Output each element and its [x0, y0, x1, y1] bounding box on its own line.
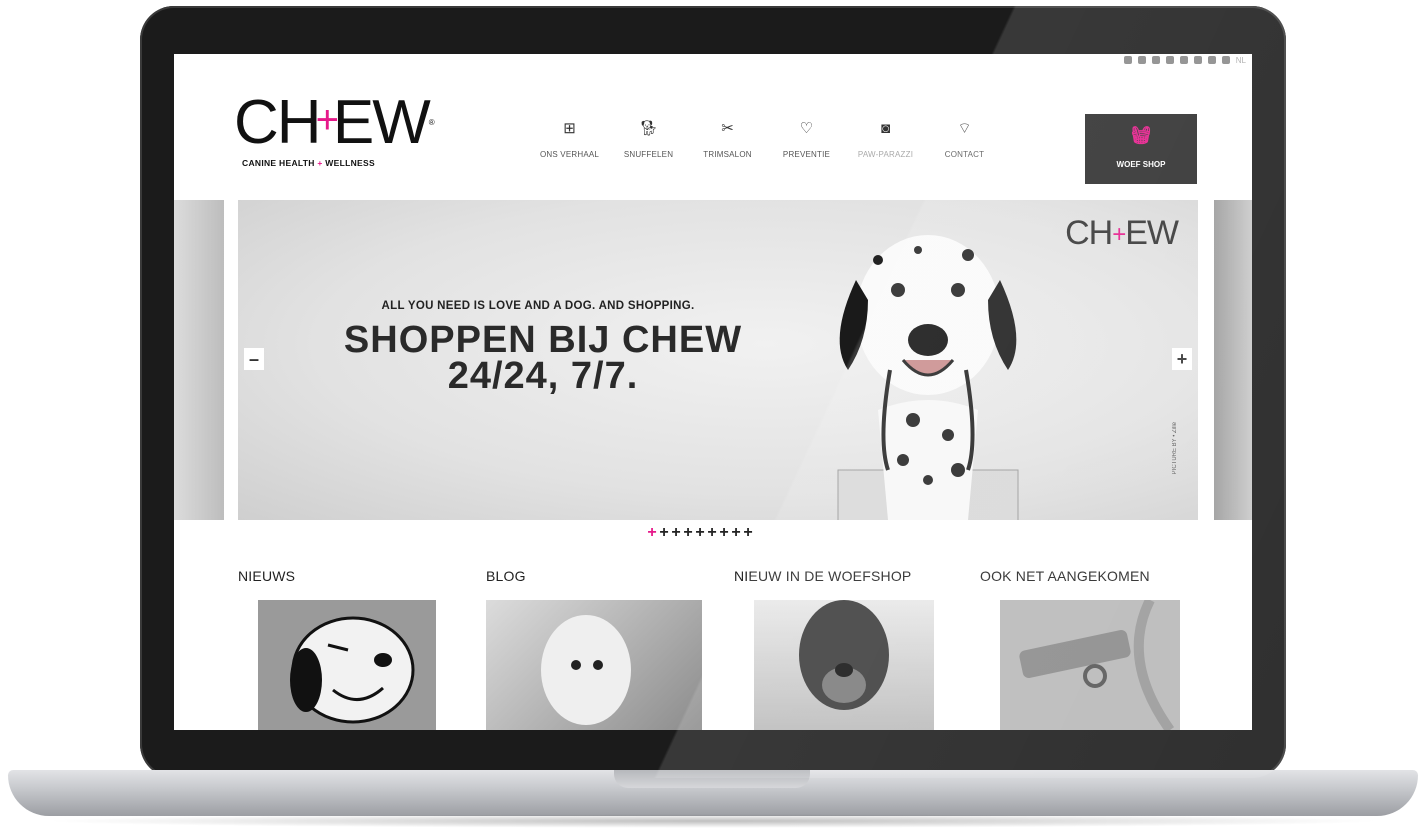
nav-paw-parazzi[interactable]: ◙ PAW-PARAZZI: [852, 116, 919, 159]
heart-icon: ♡: [799, 120, 814, 137]
laptop-shadow: [40, 814, 1386, 828]
facebook-icon[interactable]: [1123, 56, 1132, 64]
section-title[interactable]: NIEUW IN DE WOEFSHOP: [734, 568, 911, 584]
browser-screen: NL CH + EW ® CANINE HEALTH + WELLNESS ⊞ ONS…: [174, 54, 1252, 730]
section-blog: BLOG: [486, 568, 526, 584]
carousel-dot[interactable]: +: [658, 524, 670, 542]
section-title[interactable]: OOK NET AANGEKOMEN: [980, 568, 1150, 584]
aangekomen-thumbnail[interactable]: [1000, 600, 1180, 730]
slider-next-button[interactable]: +: [1172, 348, 1192, 370]
dog-blog-image: [541, 615, 631, 725]
carousel-dots: + + + + + + + + +: [646, 524, 754, 542]
carousel-dot[interactable]: +: [730, 524, 742, 542]
googleplus-icon[interactable]: [1151, 56, 1160, 64]
section-nieuw-in-de-woefshop: NIEUW IN DE WOEFSHOP: [734, 568, 911, 584]
pinterest-icon[interactable]: [1165, 56, 1174, 64]
carousel-dot[interactable]: +: [694, 524, 706, 542]
carousel-dot[interactable]: +: [646, 524, 658, 542]
nav-contact[interactable]: ⌔ CONTACT: [931, 116, 998, 159]
linkedin-icon[interactable]: [1137, 56, 1146, 64]
dog-woefshop-image: [799, 600, 889, 710]
hero-tagline: ALL YOU NEED IS LOVE AND A DOG. AND SHOP…: [381, 300, 695, 312]
hero-prev-slide-peek: [174, 200, 224, 520]
dalmatian-image: [837, 235, 1019, 520]
nav-snuffelen[interactable]: 🐕︎ SNUFFELEN: [615, 116, 682, 159]
hero-logo: CH+EW: [1065, 214, 1179, 252]
carousel-dot[interactable]: +: [670, 524, 682, 542]
carousel-dot[interactable]: +: [682, 524, 694, 542]
nieuws-thumbnail[interactable]: [258, 600, 436, 730]
photo-credit: PICTURE BY • Zille: [1172, 422, 1178, 475]
camera-icon: ◙: [880, 120, 891, 137]
youtube-icon[interactable]: [1221, 56, 1230, 64]
woefshop-thumbnail[interactable]: [754, 600, 934, 730]
section-ook-net-aangekomen: OOK NET AANGEKOMEN: [980, 568, 1150, 584]
chat-icon: ⌔: [957, 120, 972, 137]
language-selector[interactable]: NL: [1236, 56, 1246, 65]
hero-slider: ALL YOU NEED IS LOVE AND A DOG. AND SHOP…: [238, 200, 1198, 520]
basket-icon: 🧺︎: [1130, 126, 1152, 145]
dog-head-icon: 🐕︎: [638, 120, 659, 137]
nav-preventie[interactable]: ♡ PREVENTIE: [773, 116, 840, 159]
slider-prev-button[interactable]: –: [244, 348, 264, 370]
section-nieuws: NIEUWS: [238, 568, 295, 584]
carousel-dot[interactable]: +: [742, 524, 754, 542]
carousel-dot[interactable]: +: [706, 524, 718, 542]
nav-ons-verhaal[interactable]: ⊞ ONS VERHAAL: [536, 116, 603, 159]
woef-shop-button[interactable]: 🧺︎ WOEF SHOP: [1085, 114, 1197, 184]
site-logo[interactable]: CH + EW ® CANINE HEALTH + WELLNESS: [234, 88, 464, 169]
heart-icon[interactable]: [1193, 56, 1202, 64]
scissors-icon: ✂: [721, 120, 734, 137]
collar-image: [1019, 600, 1175, 730]
social-links: NL: [1123, 54, 1246, 66]
snoopy-image: [290, 616, 415, 724]
hero-title: SHOPPEN BIJ CHEW 24/24, 7/7.: [343, 319, 743, 397]
section-title[interactable]: NIEUWS: [238, 568, 295, 584]
hero-next-slide-peek: [1214, 200, 1252, 520]
logo-wordmark: CH + EW ®: [234, 88, 435, 157]
blog-thumbnail[interactable]: [486, 600, 702, 730]
mail-icon[interactable]: [1179, 56, 1188, 64]
section-title[interactable]: BLOG: [486, 568, 526, 584]
logo-tagline: CANINE HEALTH + WELLNESS: [242, 158, 375, 168]
plus-box-icon: ⊞: [563, 120, 576, 137]
twitter-icon[interactable]: [1207, 56, 1216, 64]
laptop-base-notch: [614, 770, 810, 788]
main-nav: ⊞ ONS VERHAAL 🐕︎ SNUFFELEN ✂ TRIMSALON ♡…: [536, 116, 1010, 159]
carousel-dot[interactable]: +: [718, 524, 730, 542]
nav-trimsalon[interactable]: ✂ TRIMSALON: [694, 116, 761, 159]
